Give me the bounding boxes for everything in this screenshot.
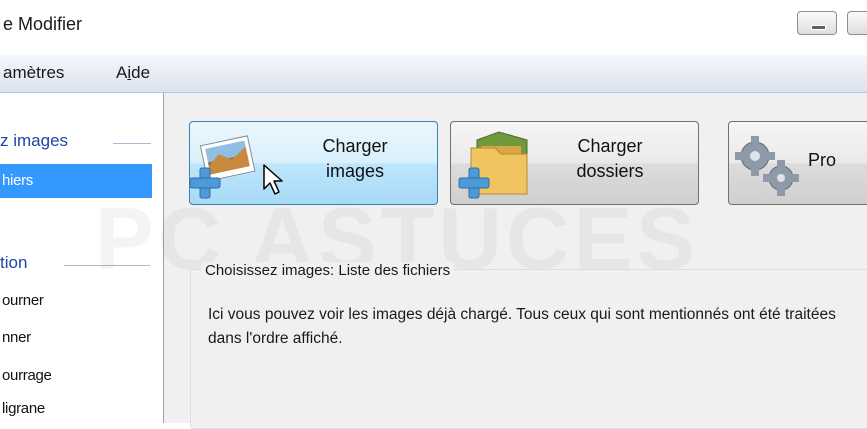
panel-title: Choisissez images: Liste des fichiers bbox=[201, 262, 455, 279]
window-title: e Modifier bbox=[3, 14, 83, 34]
mouse-cursor-icon bbox=[263, 164, 283, 195]
panel-description: Ici vous pouvez voir les images déjà cha… bbox=[208, 306, 836, 347]
load-images-label: Charger images bbox=[322, 136, 388, 181]
load-folders-icon bbox=[458, 131, 528, 199]
minimize-button[interactable] bbox=[797, 11, 837, 35]
sidebar-item-tourner[interactable]: ourner bbox=[2, 292, 44, 309]
menu-aide[interactable]: Aide bbox=[116, 63, 150, 83]
sidebar-group-images[interactable]: z images bbox=[0, 131, 68, 151]
title-bar bbox=[0, 0, 867, 55]
process-button[interactable] bbox=[728, 121, 867, 205]
maximize-button[interactable] bbox=[847, 11, 867, 35]
sidebar-item-filigrane[interactable]: ligrane bbox=[2, 400, 45, 417]
sidebar-item-redimensionner[interactable]: nner bbox=[2, 329, 31, 346]
menu-parametres[interactable]: amètres bbox=[3, 63, 64, 83]
minimize-icon bbox=[811, 25, 826, 30]
load-folders-label: Charger dossiers bbox=[576, 136, 644, 181]
process-label: Pro bbox=[808, 150, 837, 170]
divider bbox=[113, 143, 151, 144]
sidebar-item-label: hiers bbox=[2, 172, 34, 189]
sidebar-item-rembourrage[interactable]: ourrage bbox=[2, 367, 52, 384]
gears-icon bbox=[735, 136, 799, 196]
load-images-icon bbox=[190, 135, 256, 199]
sidebar-group-action[interactable]: tion bbox=[0, 253, 27, 273]
